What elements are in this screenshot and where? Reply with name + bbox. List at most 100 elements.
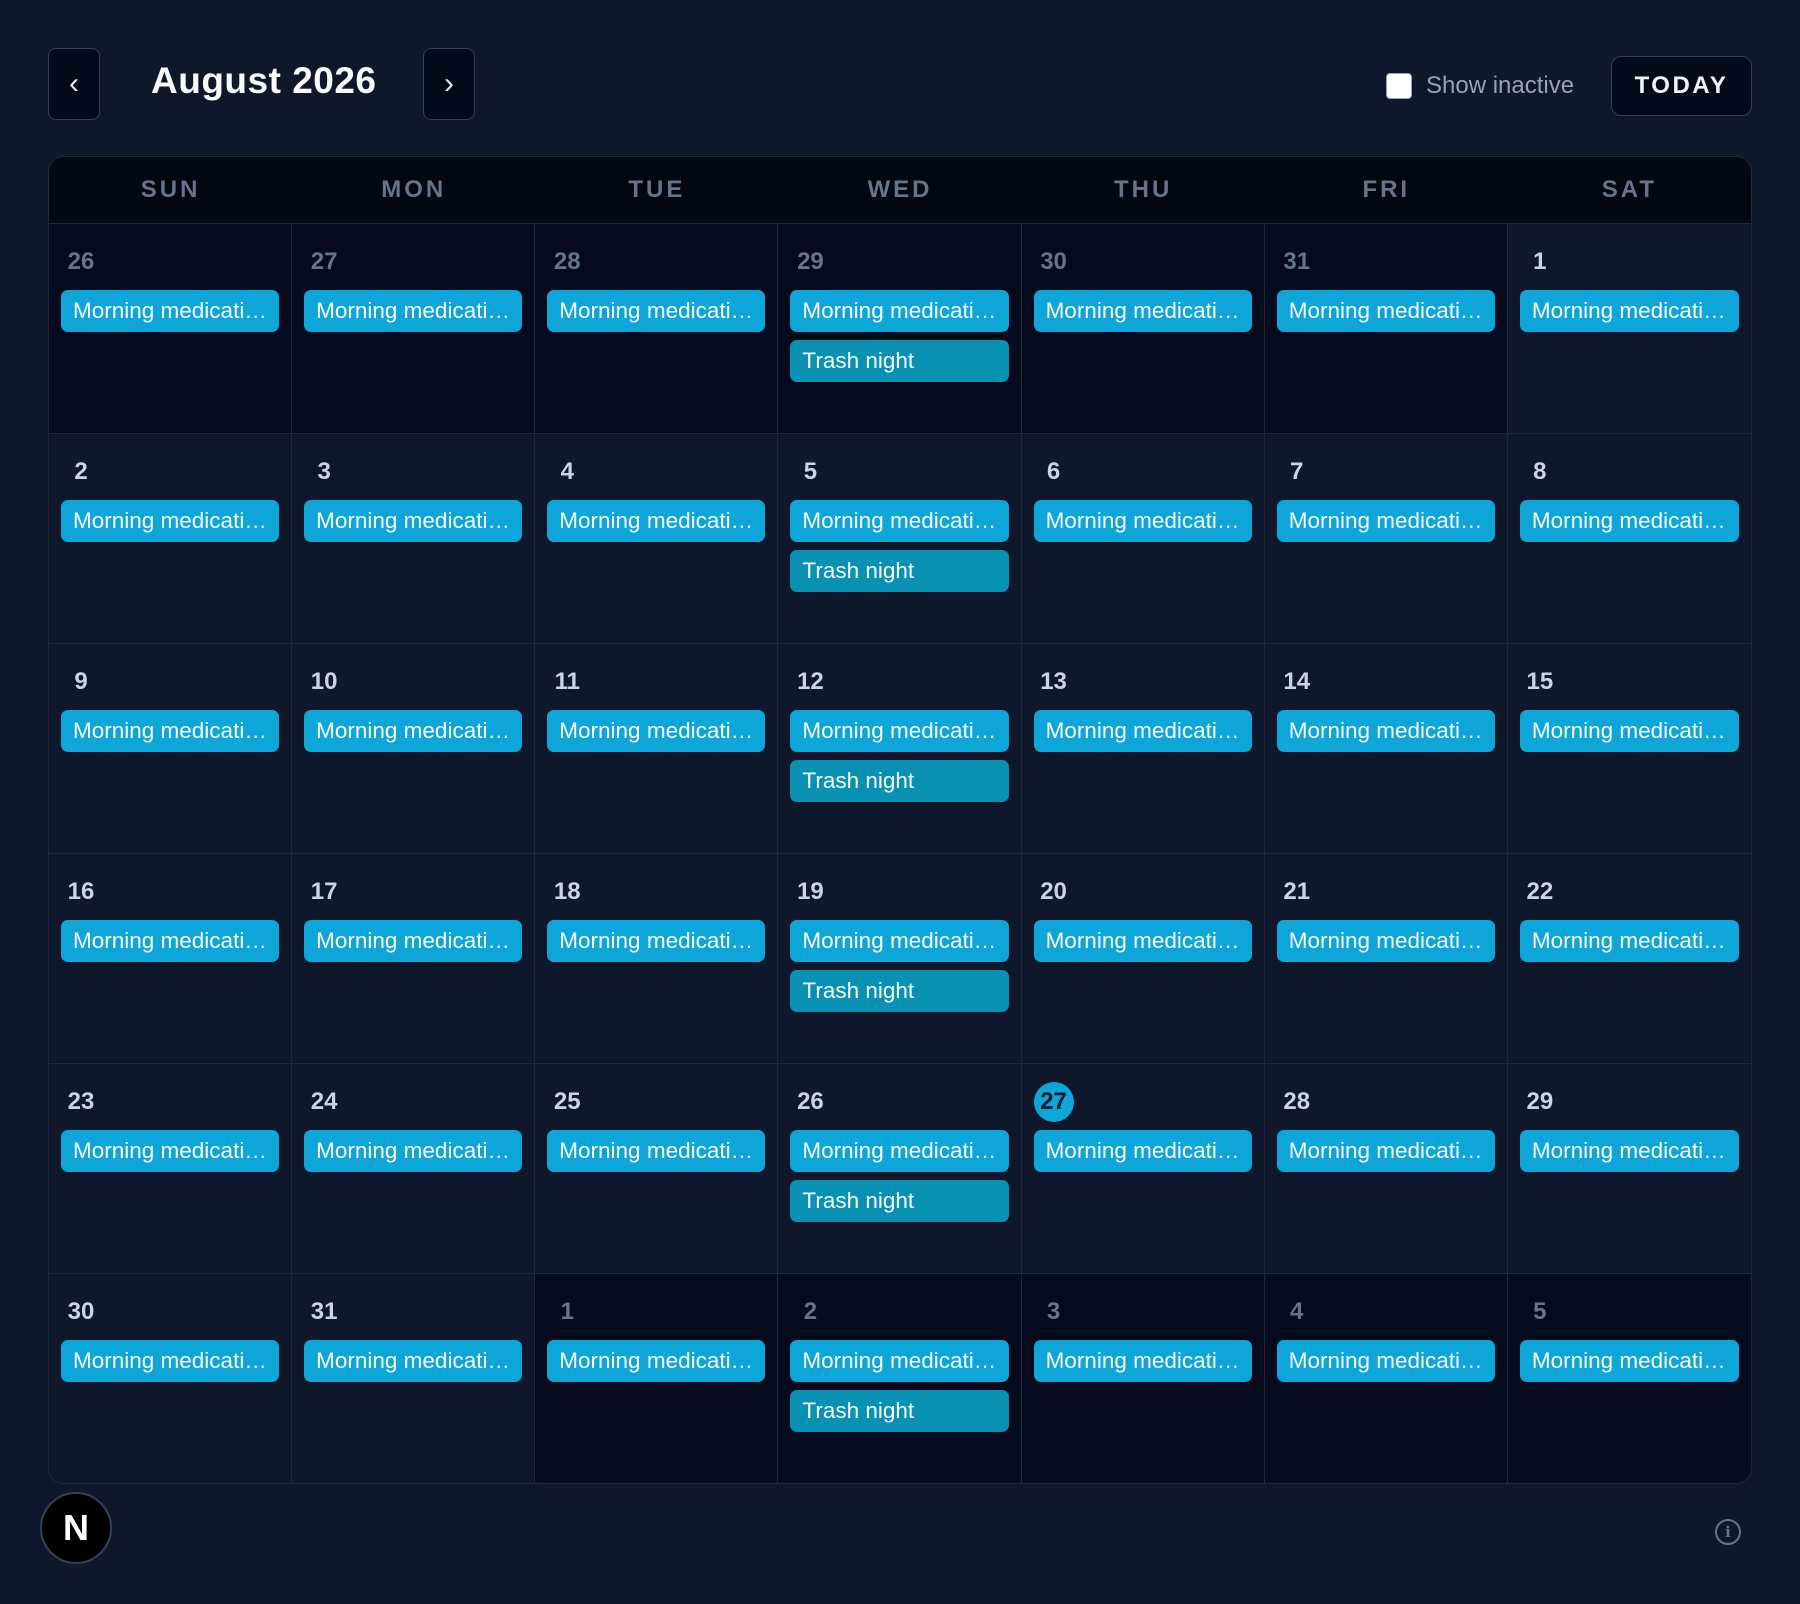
event-morning-medication[interactable]: Morning medication <box>547 920 766 962</box>
day-cell[interactable]: 10 Morning medication <box>292 644 536 854</box>
day-cell[interactable]: 31 Morning medication <box>292 1274 536 1483</box>
day-cell[interactable]: 5 Morning medication Trash night <box>778 434 1022 644</box>
event-morning-medication[interactable]: Morning medication <box>1033 710 1252 752</box>
event-morning-medication[interactable]: Morning medication <box>547 500 766 542</box>
day-cell[interactable]: 17 Morning medication <box>292 854 536 1064</box>
event-morning-medication[interactable]: Morning medication <box>304 290 523 332</box>
event-morning-medication[interactable]: Morning medication <box>304 920 523 962</box>
event-morning-medication[interactable]: Morning medication <box>1033 1130 1252 1172</box>
event-morning-medication[interactable]: Morning medication <box>61 500 280 542</box>
day-cell[interactable]: 4 Morning medication <box>535 434 779 644</box>
day-cell[interactable]: 30 Morning medication <box>1021 224 1265 434</box>
event-morning-medication[interactable]: Morning medication <box>1519 920 1739 962</box>
event-morning-medication[interactable]: Morning medication <box>1519 710 1739 752</box>
day-cell[interactable]: 27 Morning medication <box>292 224 536 434</box>
show-inactive-checkbox[interactable] <box>1386 73 1412 99</box>
event-morning-medication[interactable]: Morning medication <box>61 290 280 332</box>
day-cell[interactable]: 14 Morning medication <box>1264 644 1508 854</box>
event-morning-medication[interactable]: Morning medication <box>1033 1340 1252 1382</box>
event-morning-medication[interactable]: Morning medication <box>61 1340 280 1382</box>
app-badge[interactable]: N <box>40 1492 112 1564</box>
event-trash-night[interactable]: Trash night <box>790 1180 1009 1222</box>
event-morning-medication[interactable]: Morning medication <box>304 1340 523 1382</box>
previous-month-button[interactable]: ‹ <box>48 48 100 120</box>
show-inactive-toggle[interactable]: Show inactive <box>1386 70 1574 102</box>
day-cell[interactable]: 3 Morning medication <box>1021 1274 1265 1483</box>
day-cell[interactable]: 4 Morning medication <box>1264 1274 1508 1483</box>
day-cell[interactable]: 8 Morning medication <box>1507 434 1751 644</box>
event-label: Morning medication <box>802 298 997 323</box>
day-cell[interactable]: 9 Morning medication <box>49 644 293 854</box>
day-cell[interactable]: 3 Morning medication <box>292 434 536 644</box>
day-cell[interactable]: 12 Morning medication Trash night <box>778 644 1022 854</box>
day-cell[interactable]: 28 Morning medication <box>1264 1064 1508 1274</box>
event-morning-medication[interactable]: Morning medication <box>1519 1130 1739 1172</box>
day-cell[interactable]: 28 Morning medication <box>535 224 779 434</box>
event-label: Morning medication <box>73 508 268 533</box>
event-trash-night[interactable]: Trash night <box>790 760 1009 802</box>
event-morning-medication[interactable]: Morning medication <box>1033 920 1252 962</box>
event-morning-medication[interactable]: Morning medication <box>61 710 280 752</box>
day-cell[interactable]: 11 Morning medication <box>535 644 779 854</box>
day-cell[interactable]: 16 Morning medication <box>49 854 293 1064</box>
day-cell[interactable]: 7 Morning medication <box>1264 434 1508 644</box>
day-cell[interactable]: 2 Morning medication Trash night <box>778 1274 1022 1483</box>
event-morning-medication[interactable]: Morning medication <box>1519 290 1739 332</box>
event-morning-medication[interactable]: Morning medication <box>61 1130 280 1172</box>
info-icon[interactable]: i <box>1715 1519 1741 1545</box>
day-cell[interactable]: 27 Morning medication <box>1021 1064 1265 1274</box>
day-cell[interactable]: 20 Morning medication <box>1021 854 1265 1064</box>
event-morning-medication[interactable]: Morning medication <box>1033 290 1252 332</box>
day-cell[interactable]: 5 Morning medication <box>1507 1274 1751 1483</box>
event-morning-medication[interactable]: Morning medication <box>304 710 523 752</box>
event-morning-medication[interactable]: Morning medication <box>1276 500 1495 542</box>
event-morning-medication[interactable]: Morning medication <box>790 710 1009 752</box>
day-cell[interactable]: 1 Morning medication <box>535 1274 779 1483</box>
event-morning-medication[interactable]: Morning medication <box>790 1340 1009 1382</box>
next-month-button[interactable]: › <box>423 48 475 120</box>
event-morning-medication[interactable]: Morning medication <box>1276 920 1495 962</box>
event-morning-medication[interactable]: Morning medication <box>1276 1130 1495 1172</box>
day-cell[interactable]: 19 Morning medication Trash night <box>778 854 1022 1064</box>
event-morning-medication[interactable]: Morning medication <box>61 920 280 962</box>
event-morning-medication[interactable]: Morning medication <box>1276 290 1495 332</box>
event-morning-medication[interactable]: Morning medication <box>790 500 1009 542</box>
day-cell[interactable]: 18 Morning medication <box>535 854 779 1064</box>
day-cell[interactable]: 25 Morning medication <box>535 1064 779 1274</box>
day-cell[interactable]: 21 Morning medication <box>1264 854 1508 1064</box>
day-cell[interactable]: 2 Morning medication <box>49 434 293 644</box>
event-morning-medication[interactable]: Morning medication <box>1519 500 1739 542</box>
event-morning-medication[interactable]: Morning medication <box>304 1130 523 1172</box>
event-label: Trash night <box>802 558 915 583</box>
event-morning-medication[interactable]: Morning medication <box>304 500 523 542</box>
day-cell[interactable]: 24 Morning medication <box>292 1064 536 1274</box>
event-morning-medication[interactable]: Morning medication <box>547 1130 766 1172</box>
day-cell[interactable]: 22 Morning medication <box>1507 854 1751 1064</box>
event-trash-night[interactable]: Trash night <box>790 550 1009 592</box>
event-trash-night[interactable]: Trash night <box>790 1390 1009 1432</box>
day-cell[interactable]: 29 Morning medication <box>1507 1064 1751 1274</box>
event-morning-medication[interactable]: Morning medication <box>1276 1340 1495 1382</box>
day-cell[interactable]: 31 Morning medication <box>1264 224 1508 434</box>
day-cell[interactable]: 26 Morning medication <box>49 224 293 434</box>
day-cell[interactable]: 29 Morning medication Trash night <box>778 224 1022 434</box>
day-cell[interactable]: 26 Morning medication Trash night <box>778 1064 1022 1274</box>
event-morning-medication[interactable]: Morning medication <box>790 1130 1009 1172</box>
event-trash-night[interactable]: Trash night <box>790 340 1009 382</box>
day-cell[interactable]: 6 Morning medication <box>1021 434 1265 644</box>
event-morning-medication[interactable]: Morning medication <box>547 290 766 332</box>
event-morning-medication[interactable]: Morning medication <box>1033 500 1252 542</box>
event-morning-medication[interactable]: Morning medication <box>790 920 1009 962</box>
event-morning-medication[interactable]: Morning medication <box>790 290 1009 332</box>
day-cell[interactable]: 23 Morning medication <box>49 1064 293 1274</box>
day-cell[interactable]: 1 Morning medication <box>1507 224 1751 434</box>
today-button[interactable]: TODAY <box>1611 56 1752 116</box>
event-trash-night[interactable]: Trash night <box>790 970 1009 1012</box>
day-cell[interactable]: 30 Morning medication <box>49 1274 293 1483</box>
event-morning-medication[interactable]: Morning medication <box>1276 710 1495 752</box>
event-morning-medication[interactable]: Morning medication <box>1519 1340 1739 1382</box>
event-morning-medication[interactable]: Morning medication <box>547 1340 766 1382</box>
event-morning-medication[interactable]: Morning medication <box>547 710 766 752</box>
day-cell[interactable]: 13 Morning medication <box>1021 644 1265 854</box>
day-cell[interactable]: 15 Morning medication <box>1507 644 1751 854</box>
